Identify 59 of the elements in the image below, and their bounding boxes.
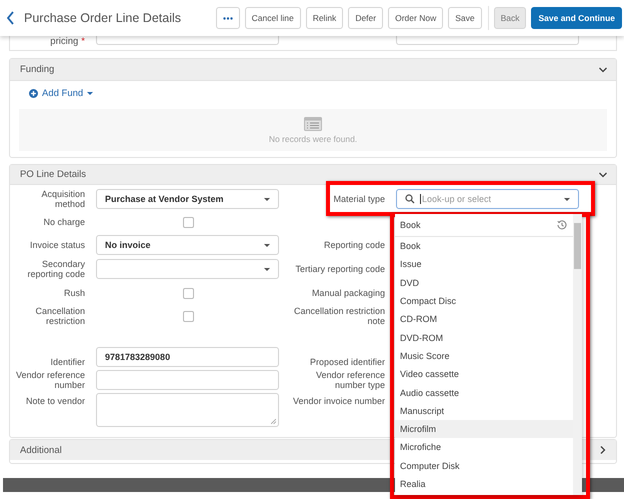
field-label: Note to vendor	[26, 395, 85, 406]
add-fund-link[interactable]: Add Fund	[29, 86, 94, 100]
dropdown-option[interactable]: Microfilm	[395, 420, 573, 438]
field-label: Cancellation restriction	[34, 306, 85, 326]
plus-circle-icon	[29, 89, 38, 98]
history-icon	[557, 220, 567, 230]
checkbox[interactable]	[182, 288, 194, 298]
input-field[interactable]	[96, 36, 279, 45]
toolbar-button[interactable]: Save	[448, 7, 482, 29]
field-label: Rush	[64, 288, 85, 298]
field-label: Tertiary reporting code	[295, 264, 385, 274]
checkbox[interactable]	[182, 216, 194, 228]
field-label: Cancellation restriction note	[292, 306, 385, 326]
chevron-down-icon[interactable]	[598, 170, 608, 180]
field-label: No charge	[43, 217, 85, 227]
toolbar-button[interactable]: Defer	[348, 7, 384, 29]
section-title: Funding	[20, 64, 54, 75]
field-label: Secondary reporting code	[26, 259, 85, 279]
more-button[interactable]	[216, 7, 240, 29]
input-field[interactable]: 9781783289080	[96, 347, 279, 367]
caret-icon	[264, 244, 270, 246]
input-field[interactable]	[396, 36, 579, 45]
list-icon	[304, 116, 322, 130]
chevron-right-icon[interactable]	[598, 445, 608, 455]
field-label: Material type	[333, 194, 385, 204]
checkbox[interactable]	[182, 310, 194, 322]
toolbar-button[interactable]: Relink	[306, 7, 344, 29]
field-label: Proposed identifier	[310, 357, 385, 367]
section-title: PO Line Details	[20, 169, 86, 180]
field-label: Acquisition method	[40, 189, 85, 209]
section-title: Additional	[20, 444, 62, 456]
resize-handle-icon[interactable]	[271, 419, 276, 424]
chevron-down-icon[interactable]	[598, 64, 608, 74]
field-label: Invoice status	[30, 240, 85, 250]
field-label: Reporting code	[324, 240, 385, 250]
field-label: Vendor reference number type	[314, 370, 385, 390]
field-label: Identifier	[50, 357, 85, 367]
empty-message: No records were found.	[268, 134, 358, 144]
scrollbar[interactable]	[573, 214, 582, 495]
select-field[interactable]: No invoice	[96, 235, 279, 255]
save-continue-button[interactable]: Save and Continue	[531, 7, 622, 29]
field-label: Vendor invoice number	[292, 395, 385, 406]
caret-icon	[264, 198, 270, 200]
toolbar-button[interactable]: Back	[494, 7, 526, 29]
input-field[interactable]	[96, 370, 279, 390]
field-label: Vendor reference number	[14, 370, 85, 390]
caret-icon	[564, 198, 570, 200]
select-field[interactable]	[96, 259, 279, 279]
back-chevron-icon[interactable]	[6, 11, 15, 25]
caret-icon	[264, 268, 270, 270]
field-label: pricing *	[49, 36, 85, 47]
select-field[interactable]: Purchase at Vendor System	[96, 189, 279, 209]
toolbar-button[interactable]: Order Now	[388, 7, 444, 29]
field-label: Manual packaging	[312, 288, 385, 298]
textarea-field[interactable]	[96, 393, 279, 427]
search-icon	[405, 194, 415, 204]
toolbar-button[interactable]: Cancel line	[244, 7, 301, 29]
more-icon	[222, 16, 233, 20]
page-title: Purchase Order Line Details	[24, 11, 182, 25]
